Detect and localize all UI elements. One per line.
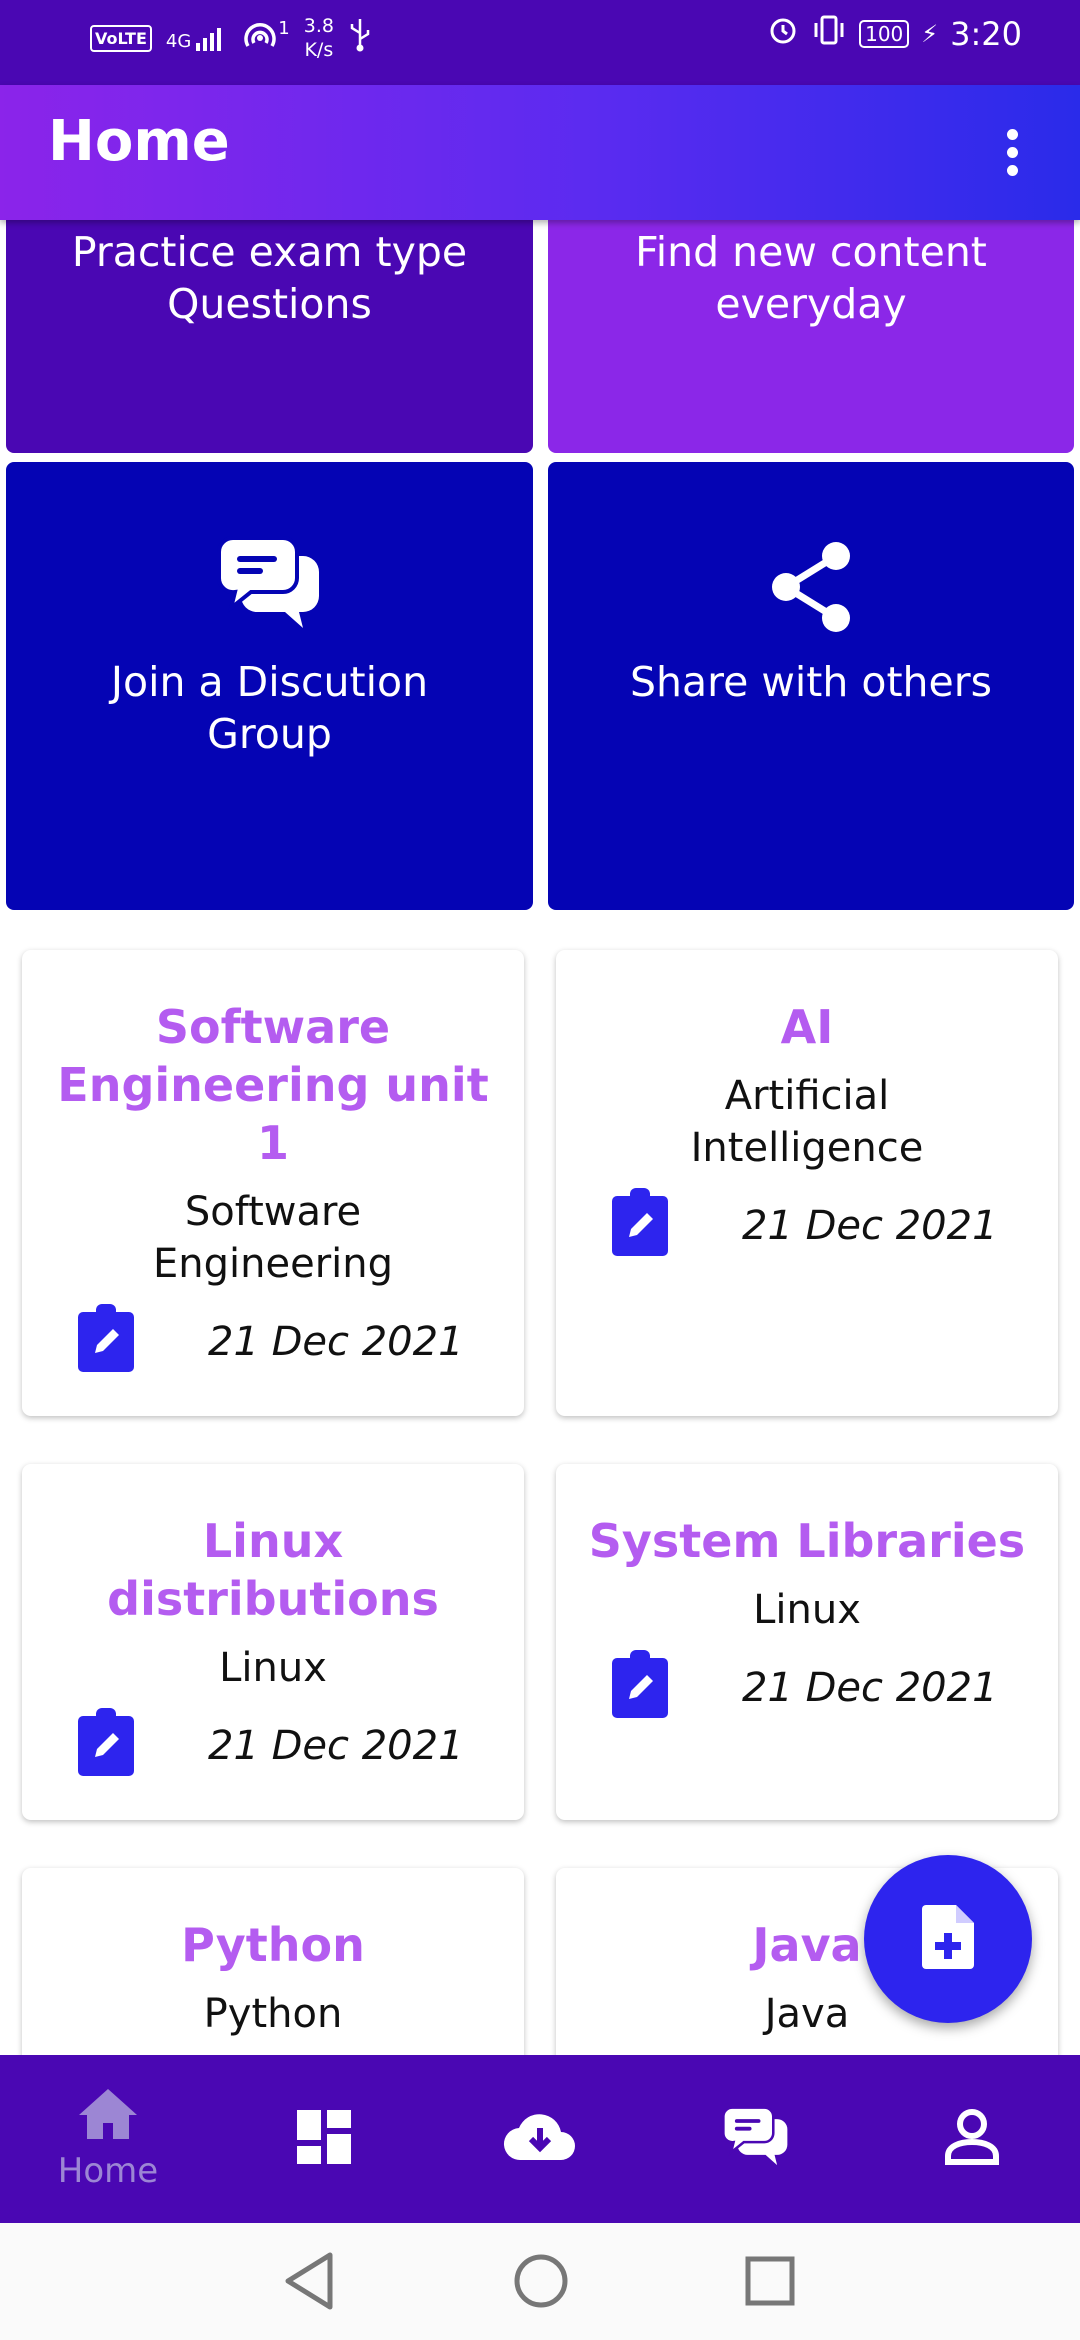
- chat-icon: [720, 2105, 792, 2173]
- dashboard-icon: [295, 2108, 353, 2170]
- note-date: 21 Dec 2021: [742, 1665, 998, 1711]
- note-subject: Software Engineering: [153, 1189, 393, 1287]
- hotspot-icon: 1: [242, 20, 290, 56]
- vibrate-icon: [811, 14, 847, 54]
- edit-note-icon[interactable]: [612, 1650, 668, 1718]
- volte-indicator: VoLTE: [90, 24, 152, 52]
- tile-practice-exam[interactable]: Practice exam type Questions: [6, 220, 533, 453]
- note-subject: Linux: [219, 1645, 327, 1691]
- nav-home-label: Home: [57, 2151, 159, 2191]
- note-title: AI: [780, 1000, 834, 1054]
- note-date: 21 Dec 2021: [208, 1723, 464, 1769]
- battery-icon: 100: [859, 20, 910, 48]
- tile-new-content[interactable]: Find new content everyday: [548, 220, 1074, 453]
- add-note-fab[interactable]: [864, 1855, 1032, 2023]
- home-icon: [77, 2087, 139, 2145]
- clock: 3:20: [950, 15, 1022, 53]
- alarm-icon: [767, 14, 799, 54]
- tile-share[interactable]: Share with others: [548, 462, 1074, 910]
- note-subject: Python: [203, 1991, 343, 2037]
- note-subject: Linux: [753, 1587, 861, 1633]
- note-card[interactable]: Software Engineering unit 1 Software Eng…: [22, 950, 524, 1416]
- note-date: 21 Dec 2021: [742, 1203, 998, 1249]
- add-document-icon: [920, 1903, 976, 1975]
- status-bar: VoLTE 4G 1 3.8 K/s 100 ⚡ 3:20: [0, 0, 1080, 85]
- system-navigation-bar: [0, 2223, 1080, 2340]
- home-circle-icon[interactable]: [512, 2251, 570, 2315]
- tile-discussion-group[interactable]: Join a Discution Group: [6, 462, 533, 910]
- note-card[interactable]: Linux distributions Linux 21 Dec 2021: [22, 1464, 524, 1820]
- recents-icon[interactable]: [744, 2251, 796, 2315]
- note-card[interactable]: Python Python: [22, 1868, 524, 2055]
- share-icon: [766, 540, 856, 638]
- note-date: 21 Dec 2021: [208, 1319, 464, 1365]
- nav-downloads[interactable]: [432, 2055, 648, 2223]
- note-subject: Artificial Intelligence: [690, 1073, 924, 1171]
- nav-chat[interactable]: [648, 2055, 864, 2223]
- nav-dashboard[interactable]: [216, 2055, 432, 2223]
- signal-icon: 4G: [166, 25, 228, 51]
- back-icon[interactable]: [282, 2251, 336, 2315]
- overflow-menu-icon[interactable]: [972, 109, 1052, 195]
- usb-icon: [348, 17, 372, 60]
- bottom-navigation: Home: [0, 2055, 1080, 2223]
- note-card[interactable]: System Libraries Linux 21 Dec 2021: [556, 1464, 1058, 1820]
- edit-note-icon[interactable]: [78, 1708, 134, 1776]
- edit-note-icon[interactable]: [78, 1304, 134, 1372]
- net-speed: 3.8 K/s: [303, 15, 334, 61]
- nav-home[interactable]: Home: [0, 2055, 216, 2223]
- note-title: System Libraries: [588, 1514, 1026, 1568]
- edit-note-icon[interactable]: [612, 1188, 668, 1256]
- note-title: Python: [181, 1918, 365, 1972]
- home-content[interactable]: Practice exam type Questions Find new co…: [0, 220, 1080, 2055]
- profile-icon: [944, 2108, 1000, 2170]
- nav-profile[interactable]: [864, 2055, 1080, 2223]
- note-title: Software Engineering unit 1: [57, 1000, 489, 1170]
- chat-bubbles-icon: [215, 534, 325, 638]
- page-title: Home: [48, 109, 230, 174]
- note-card[interactable]: AI Artificial Intelligence 21 Dec 2021: [556, 950, 1058, 1416]
- app-bar: Home: [0, 85, 1080, 220]
- note-title: Linux distributions: [107, 1514, 439, 1626]
- charging-icon: ⚡: [921, 20, 939, 48]
- cloud-download-icon: [503, 2112, 577, 2166]
